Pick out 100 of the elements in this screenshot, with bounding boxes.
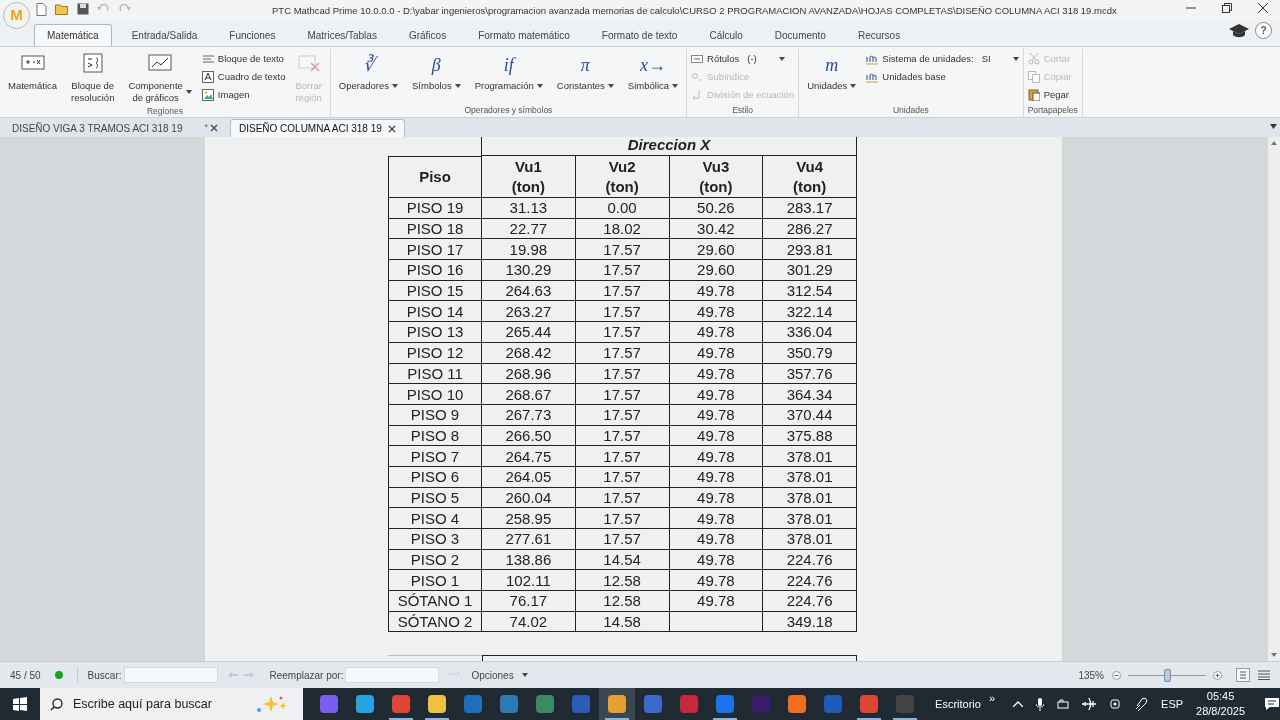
clock-time[interactable]: 05:45 <box>1206 689 1235 704</box>
table-cell: 378.01 <box>763 529 857 550</box>
ribbon-button[interactable]: if Programación <box>470 49 547 92</box>
table-cell: 19.98 <box>482 239 576 261</box>
ribbon-tab[interactable]: Matemática <box>34 24 112 46</box>
ribbon-button[interactable]: ∛ Operadores <box>334 49 403 92</box>
options-button[interactable]: Opciones <box>471 667 528 683</box>
table-cell: 224.76 <box>763 591 857 612</box>
table-cell: 17.57 <box>575 322 670 343</box>
table-header-cell: Vu2 (ton) <box>575 156 670 198</box>
table-cell: 14.54 <box>575 549 670 571</box>
table-cell: 350.79 <box>763 342 857 364</box>
table-cell: 130.29 <box>482 260 576 281</box>
ribbon-tab[interactable]: Formato matemático <box>466 24 582 46</box>
search-label: Buscar: <box>87 668 122 683</box>
next-icon <box>243 672 254 678</box>
table-cell: 49.78 <box>669 425 764 447</box>
ribbon-button[interactable]: m Unidades <box>803 49 861 92</box>
ribbon-button[interactable]: Sistema de unidades: SI <box>866 52 1019 66</box>
scrollbar[interactable] <box>1268 137 1280 661</box>
text-box-icon <box>201 71 214 83</box>
airplane-icon <box>1082 698 1097 710</box>
ribbon-tab[interactable]: Cálculo <box>697 24 755 46</box>
ribbon-button[interactable]: π Constantes <box>552 49 618 92</box>
ribbon-button[interactable]: Bloque de resolución <box>67 49 119 104</box>
ribbon-button[interactable]: Componente de gráficos <box>124 49 196 104</box>
table-cell: PISO 6 <box>388 466 482 488</box>
folder-icon <box>55 3 69 15</box>
table-cell: 265.44 <box>482 322 576 343</box>
redo-icon <box>118 3 131 13</box>
table-cell: PISO 15 <box>388 280 482 302</box>
ribbon-button[interactable]: Unidades base <box>866 70 1019 84</box>
ribbon-button[interactable]: Matemática <box>4 49 62 92</box>
table-cell: 17.57 <box>575 529 670 550</box>
chart-icon <box>148 53 173 73</box>
ribbon-button[interactable]: β Símbolos <box>408 49 465 92</box>
ribbon-tab[interactable]: Recursos <box>845 24 913 46</box>
table-cell: PISO 14 <box>388 301 482 323</box>
table-cell: 378.01 <box>763 446 857 467</box>
ribbon-button[interactable]: Rótulos (-) <box>691 52 795 66</box>
ribbon-button[interactable]: x→ Simbólica <box>623 49 683 92</box>
battery-icon <box>1057 699 1070 709</box>
table-cell: 370.44 <box>763 404 857 426</box>
table-cell: 29.60 <box>669 239 764 261</box>
taskbar-search-field[interactable]: Escribe aquí para buscar <box>40 688 304 720</box>
ribbon-tab[interactable]: Documento <box>762 24 838 46</box>
clock-date[interactable]: 28/8/2025 <box>1196 704 1245 719</box>
table-cell: PISO 16 <box>388 260 482 281</box>
table-header-cell: Piso <box>388 156 482 198</box>
table-cell: 322.14 <box>763 301 857 323</box>
document-tab[interactable]: DISEÑO COLUMNA ACI 318 19 <box>229 119 405 137</box>
table-cell: 378.01 <box>763 508 857 529</box>
chevron-up-icon <box>1013 701 1024 707</box>
solve-block-icon <box>80 53 105 73</box>
document-tab[interactable]: DISEÑO VIGA 3 TRAMOS ACI 318 19 * <box>4 119 226 137</box>
table-cell: 49.78 <box>669 301 764 323</box>
ribbon-tab[interactable]: Formato de texto <box>589 24 690 46</box>
table-cell: PISO 17 <box>388 239 482 261</box>
page-count: 45 / 50 <box>10 668 41 683</box>
ribbon-tab[interactable]: Funciones <box>217 24 288 46</box>
language-indicator[interactable]: ESP <box>1161 695 1184 713</box>
table-cell: 17.57 <box>575 260 670 281</box>
table-cell: 266.50 <box>482 425 576 447</box>
text-lines-icon <box>201 53 214 65</box>
table-cell: PISO 12 <box>388 342 482 364</box>
scissors-icon <box>1027 53 1040 65</box>
table-cell: PISO 11 <box>388 363 482 385</box>
desktop-label[interactable]: Escritorio <box>935 695 981 713</box>
undo-icon <box>97 3 110 13</box>
caret-icon <box>1270 124 1277 129</box>
ribbon-button[interactable]: Imagen <box>201 88 286 102</box>
more-icon[interactable]: » <box>988 690 996 707</box>
label-icon <box>691 53 704 65</box>
replace-field[interactable] <box>345 667 440 683</box>
ribbon-button[interactable]: Pegar <box>1027 88 1072 102</box>
ribbon-tab[interactable]: Entrada/Salida <box>119 24 210 46</box>
zoom-slider[interactable] <box>1125 668 1209 682</box>
table-cell: 18.02 <box>575 218 670 240</box>
windows-start-icon <box>13 697 27 711</box>
table-cell: 17.57 <box>575 404 670 426</box>
taskbar-app[interactable] <box>599 688 636 720</box>
table-cell: 378.01 <box>763 466 857 488</box>
ribbon-tab[interactable]: Matrices/Tablas <box>295 24 389 46</box>
zoom-out-icon <box>1112 670 1121 680</box>
ribbon-button[interactable]: Cuadro de texto <box>201 70 286 84</box>
ribbon-tab[interactable]: Gráficos <box>396 24 459 46</box>
table-cell: 49.78 <box>669 342 764 364</box>
ribbon-button[interactable]: Bloque de texto <box>201 52 286 66</box>
math-region-icon <box>20 53 45 73</box>
table-cell: PISO 2 <box>388 549 482 571</box>
slider-thumb[interactable] <box>1164 668 1171 682</box>
table-cell: 264.05 <box>482 466 576 488</box>
table-cell: 286.27 <box>763 218 857 240</box>
search-field[interactable] <box>123 667 218 683</box>
draft-view-icon <box>1258 670 1270 680</box>
units-icon <box>866 53 879 65</box>
table-cell: 17.57 <box>575 446 670 467</box>
table-cell: 49.78 <box>669 549 764 571</box>
help-button[interactable]: ? <box>1255 22 1272 39</box>
table-cell: 17.57 <box>575 466 670 488</box>
